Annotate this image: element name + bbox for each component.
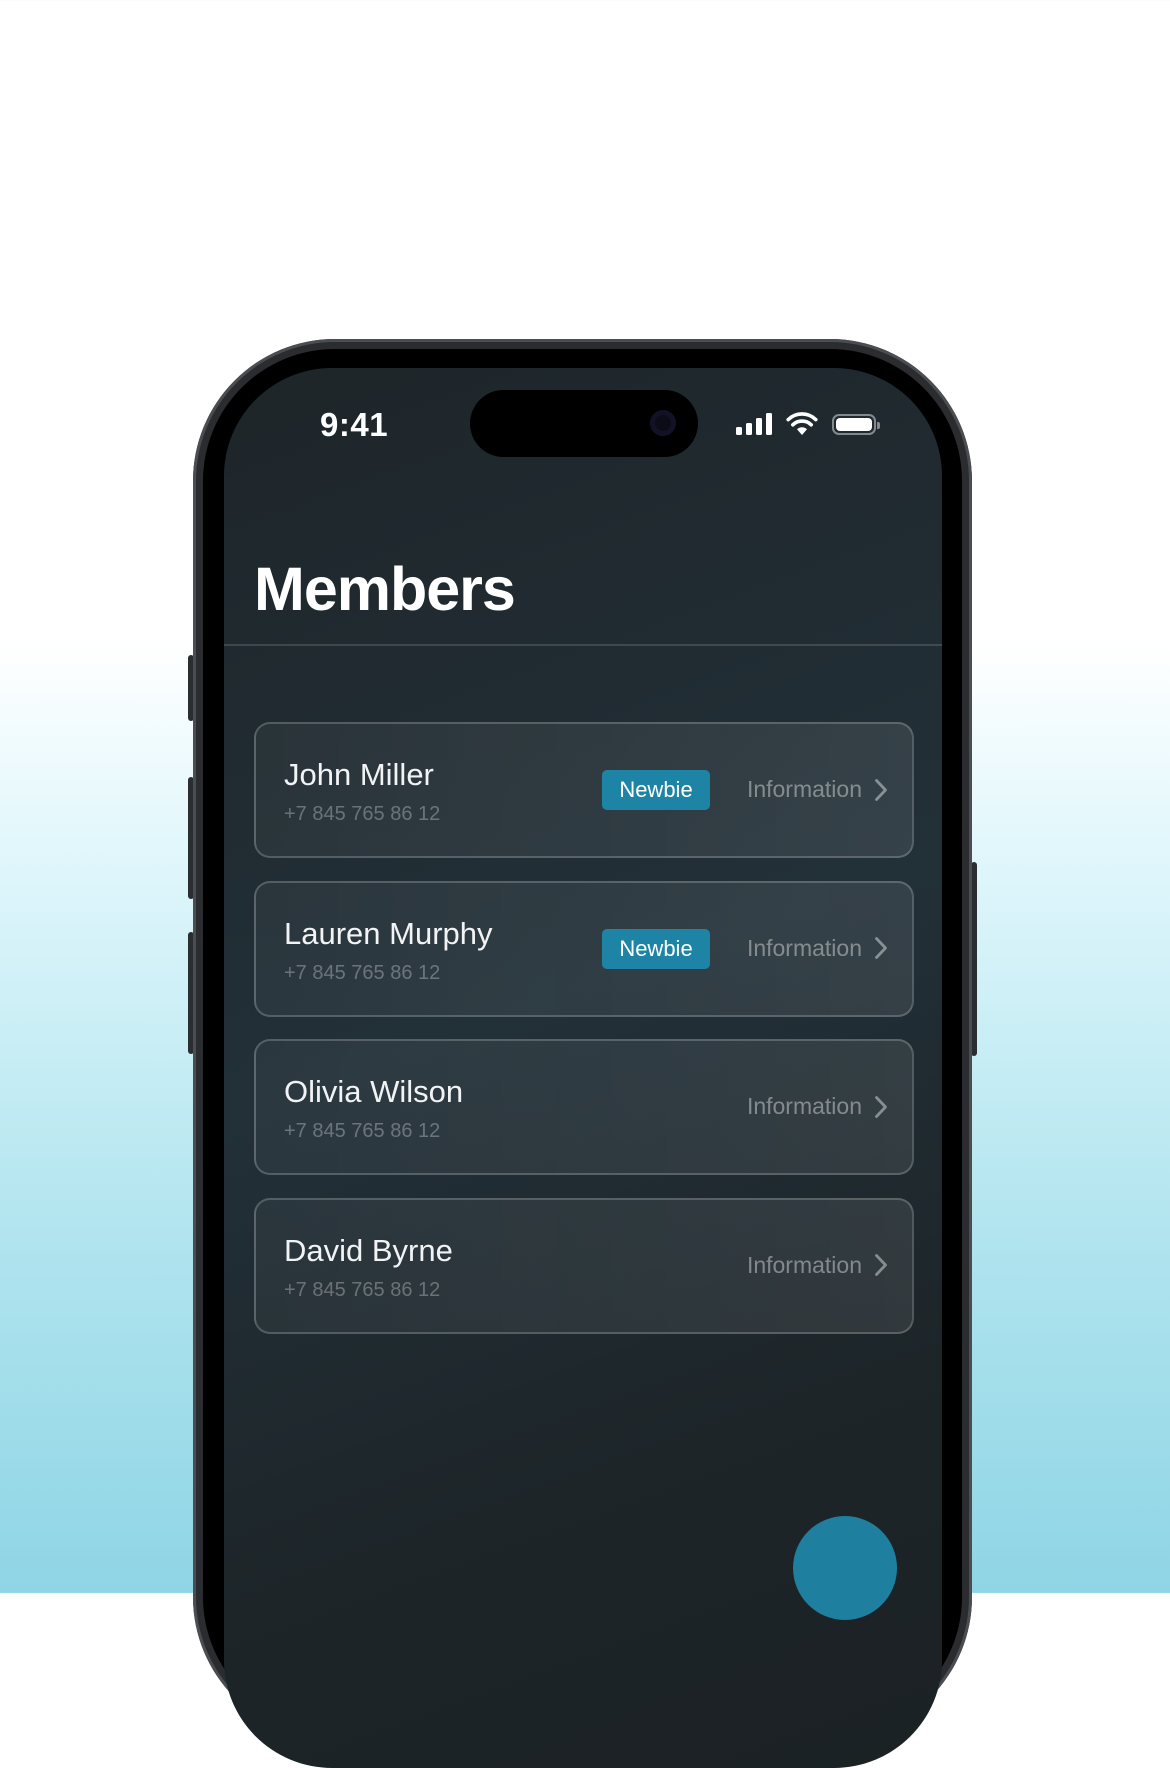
status-icons — [736, 412, 880, 436]
chevron-right-icon — [875, 778, 887, 801]
app-screen: 9:41 Members John Miller +7 845 765 86 1… — [224, 368, 942, 1768]
header-divider — [224, 644, 942, 646]
information-label: Information — [746, 1251, 862, 1278]
page-title: Members — [254, 555, 516, 623]
member-phone: +7 845 765 86 12 — [284, 803, 441, 825]
battery-level — [836, 417, 872, 431]
status-time: 9:41 — [320, 406, 389, 443]
member-card[interactable]: Olivia Wilson +7 845 765 86 12 Informati… — [254, 1039, 914, 1175]
member-name: Olivia Wilson — [284, 1074, 464, 1109]
information-link[interactable]: Information — [747, 935, 888, 962]
member-name: David Byrne — [284, 1232, 453, 1268]
member-name: John Miller — [284, 757, 434, 792]
member-phone: +7 845 765 86 12 — [284, 1278, 441, 1301]
information-label: Information — [746, 934, 862, 961]
chevron-right-icon — [875, 1254, 887, 1276]
member-card[interactable]: John Miller +7 845 765 86 12 Newbie Info… — [254, 722, 914, 858]
wifi-icon — [786, 412, 818, 435]
dynamic-island — [470, 390, 698, 457]
battery-cap — [877, 421, 880, 429]
member-card[interactable]: David Byrne +7 845 765 86 12 Information — [254, 1197, 914, 1334]
information-link[interactable]: Information — [747, 1093, 888, 1120]
newbie-badge: Newbie — [602, 770, 710, 810]
information-link[interactable]: Information — [747, 1252, 888, 1279]
member-name: Lauren Murphy — [284, 915, 493, 951]
member-phone: +7 845 765 86 12 — [284, 1120, 441, 1142]
signal-icon — [736, 413, 772, 435]
information-link[interactable]: Information — [747, 776, 888, 803]
information-label: Information — [746, 1093, 862, 1119]
member-phone: +7 845 765 86 12 — [284, 961, 441, 984]
newbie-badge: Newbie — [602, 928, 710, 969]
members-list: John Miller +7 845 765 86 12 Newbie Info… — [254, 722, 914, 1356]
member-card[interactable]: Lauren Murphy +7 845 765 86 12 Newbie In… — [254, 880, 914, 1017]
chevron-right-icon — [875, 937, 887, 959]
front-camera — [650, 410, 676, 436]
chevron-right-icon — [875, 1095, 887, 1118]
battery-icon — [832, 413, 880, 435]
information-label: Information — [746, 776, 862, 802]
floating-action-button[interactable] — [793, 1516, 897, 1620]
